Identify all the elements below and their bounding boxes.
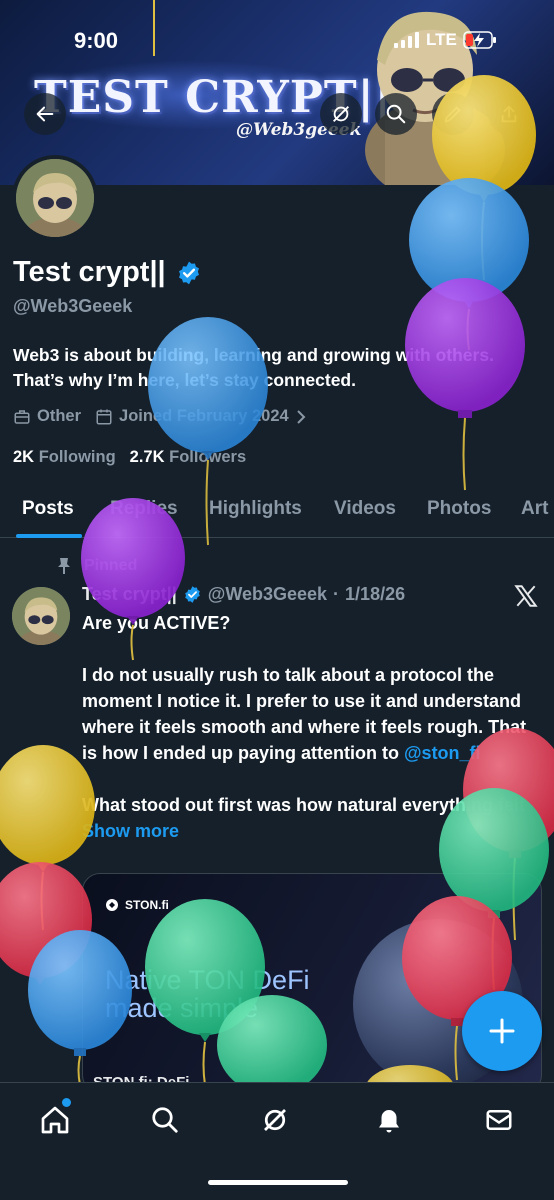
chevron-right-icon <box>296 409 306 424</box>
following-label: Following <box>38 448 116 466</box>
nav-messages[interactable] <box>482 1103 516 1137</box>
refresh-icon <box>333 106 349 122</box>
compose-button[interactable] <box>462 991 542 1071</box>
briefcase-icon <box>14 409 30 424</box>
search-icon <box>386 104 406 124</box>
calendar-icon <box>96 409 112 424</box>
status-time: 9:00 <box>74 28 119 53</box>
tweet-author-handle: @Web3Geeek <box>207 584 328 604</box>
balloon-red <box>0 862 92 985</box>
following-count: 2K <box>13 448 35 466</box>
tab-photos[interactable]: Photos <box>427 498 491 520</box>
follow-stats: 2K Following 2.7K Followers <box>13 448 246 467</box>
card-headline-line1: Native TON DeFi <box>105 965 310 995</box>
tab-replies[interactable]: Replies <box>110 498 178 520</box>
share-icon <box>501 105 517 123</box>
tab-posts[interactable]: Posts <box>22 498 74 520</box>
balloon-yellow <box>0 745 95 931</box>
show-more-link[interactable]: Show more <box>82 821 179 841</box>
notifications-icon <box>379 1110 399 1133</box>
tweet-text-outro: What stood out first was how natural eve… <box>82 795 526 815</box>
network-label: LTE <box>426 30 457 49</box>
joined-label: Joined February 2024 <box>119 407 289 425</box>
profile-meta: Other Joined February 2024 <box>13 407 307 426</box>
mention-link[interactable]: @ston_fi <box>404 743 481 763</box>
tweet-author-avatar[interactable] <box>12 587 70 645</box>
plus-icon <box>489 1018 515 1044</box>
profile-display-name: Test crypt|| <box>13 256 166 288</box>
profile-tabs: Posts Replies Highlights Videos Photos A… <box>0 484 554 538</box>
tab-highlights[interactable]: Highlights <box>209 498 302 520</box>
balloon-blue <box>409 178 529 351</box>
search-icon <box>152 1107 178 1133</box>
tweet-date[interactable]: 1/18/26 <box>345 584 405 605</box>
tweet-author-name[interactable]: Test crypt|| <box>82 584 177 605</box>
tweet-body: Are you ACTIVE? I do not usually rush to… <box>82 610 542 844</box>
profile-bio: Web3 is about building, learning and gro… <box>13 345 494 390</box>
card-headline-line2: made simple <box>105 993 259 1023</box>
profile-avatar[interactable] <box>12 155 98 241</box>
card-headline: Native TON DeFi made simple <box>105 966 310 1022</box>
verified-badge-icon <box>184 586 200 603</box>
signal-icon <box>394 32 419 48</box>
tweet-header: Test crypt|| @Web3Geeek · 1/18/26 <box>82 584 405 605</box>
edit-button[interactable] <box>432 93 474 135</box>
following-link[interactable]: 2K Following <box>13 448 116 467</box>
category-label: Other <box>37 407 82 425</box>
back-button[interactable] <box>24 93 66 135</box>
category-item: Other <box>13 407 81 426</box>
followers-label: Followers <box>169 448 247 466</box>
x-logo-icon[interactable] <box>512 583 540 609</box>
search-button[interactable] <box>375 93 417 135</box>
tab-art[interactable]: Art <box>521 498 548 520</box>
avatar-illustration <box>16 159 94 237</box>
pinned-indicator: Pinned <box>56 557 137 575</box>
home-indicator <box>208 1180 348 1185</box>
tweet-separator: · <box>333 584 340 604</box>
tweet-text-intro: Are you ACTIVE? I do not usually rush to… <box>82 613 527 763</box>
back-icon <box>36 106 54 122</box>
tweet-media-card[interactable]: STON.fi Native TON DeFi made simple STON… <box>82 873 542 1093</box>
home-notification-dot <box>62 1098 71 1107</box>
avatar-illustration <box>12 587 70 645</box>
joined-item[interactable]: Joined February 2024 <box>95 407 307 426</box>
grok-icon <box>264 1109 286 1131</box>
verified-badge-icon <box>179 261 199 285</box>
nav-search[interactable] <box>148 1103 182 1137</box>
active-tab-indicator <box>16 534 82 538</box>
tab-videos[interactable]: Videos <box>334 498 396 520</box>
share-button[interactable] <box>488 93 530 135</box>
status-indicators: LTE <box>394 30 497 50</box>
followers-link[interactable]: 2.7K Followers <box>130 448 246 467</box>
nav-notifications[interactable] <box>372 1103 406 1137</box>
followers-count: 2.7K <box>129 448 165 466</box>
nav-grok[interactable] <box>258 1103 292 1137</box>
ston-logo-icon <box>106 899 118 911</box>
card-brand: STON.fi <box>105 898 169 912</box>
edit-icon <box>444 106 461 123</box>
battery-charging-icon <box>463 31 496 49</box>
nav-home[interactable] <box>38 1103 72 1137</box>
home-icon <box>41 1106 69 1134</box>
pinned-label: Pinned <box>84 557 138 574</box>
refresh-button[interactable] <box>320 93 362 135</box>
messages-icon <box>486 1110 512 1130</box>
banner-character-illustration <box>365 11 505 185</box>
card-brand-label: STON.fi <box>125 898 169 912</box>
profile-handle: @Web3Geeek <box>13 296 133 316</box>
pin-icon <box>58 558 70 574</box>
